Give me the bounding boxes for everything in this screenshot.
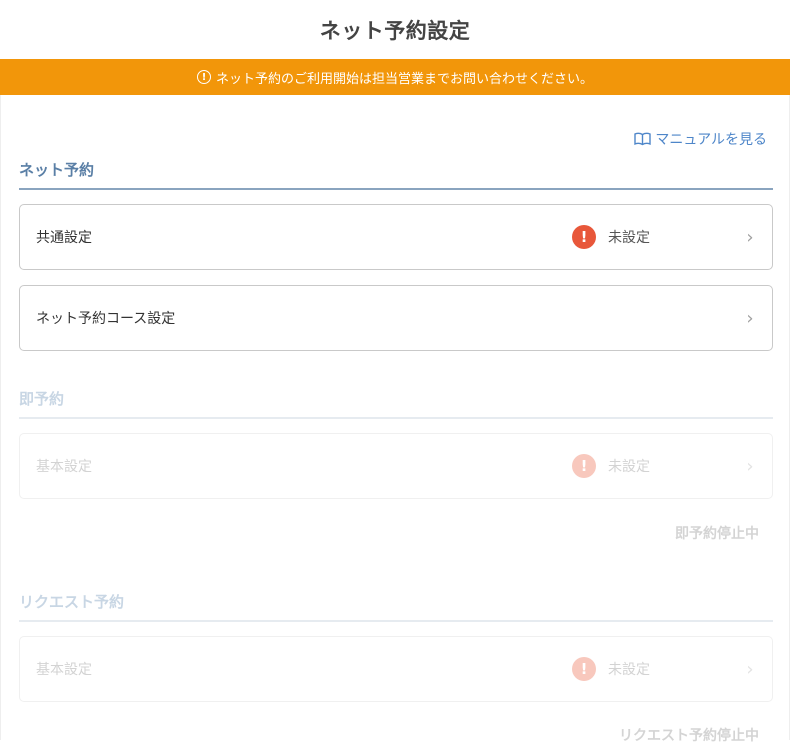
section-title-request-reservation: リクエスト予約 [19,591,773,622]
warning-icon: ! [572,225,596,249]
request-basic-settings-row: 基本設定 ! 未設定 › [19,636,773,702]
section-title-instant-reservation: 即予約 [19,388,773,419]
instant-basic-settings-row: 基本設定 ! 未設定 › [19,433,773,499]
course-settings-row[interactable]: ネット予約コース設定 › [19,285,773,351]
row-label: 基本設定 [36,459,92,475]
status-badge: ! 未設定 [572,454,650,478]
manual-link-label: マニュアルを見る [655,132,767,148]
row-label: 基本設定 [36,662,92,678]
warning-icon: ! [572,657,596,681]
common-settings-row[interactable]: 共通設定 ! 未設定 › [19,204,773,270]
chevron-right-icon: › [746,307,754,329]
chevron-right-icon: › [746,658,754,680]
chevron-right-icon: › [746,226,754,248]
warning-icon: ! [572,454,596,478]
status-badge: ! 未設定 [572,225,650,249]
info-icon: ! [196,70,211,84]
request-stopped-note: リクエスト予約停止中 [619,728,759,744]
manual-link[interactable]: マニュアルを見る [634,129,767,149]
notice-banner: ! ネット予約のご利用開始は担当営業までお問い合わせください。 [0,59,790,95]
settings-content: マニュアルを見る ネット予約 共通設定 ! 未設定 › ネット予約コース設定 ›… [0,95,790,744]
status-badge: ! 未設定 [572,657,650,681]
chevron-right-icon: › [746,455,754,477]
page-header: ネット予約設定 [0,0,790,59]
section-title-net-reservation: ネット予約 [19,159,773,190]
book-icon [634,132,652,146]
status-text: 未設定 [608,230,650,246]
row-label: 共通設定 [36,230,92,246]
page-title: ネット予約設定 [319,18,471,43]
status-text: 未設定 [608,459,650,475]
row-label: ネット予約コース設定 [36,311,176,327]
status-text: 未設定 [608,662,650,678]
notice-text: ネット予約のご利用開始は担当営業までお問い合わせください。 [215,71,593,87]
instant-stopped-note: 即予約停止中 [675,526,759,542]
